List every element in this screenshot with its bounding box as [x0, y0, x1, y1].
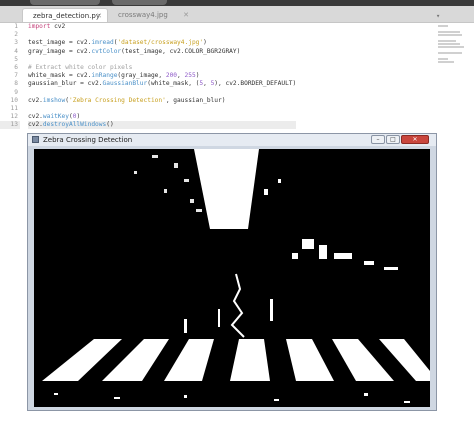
window-titlebar[interactable]: Zebra Crossing Detection – □ ✕: [28, 134, 436, 146]
tab-label: crossway4.jpg: [118, 11, 168, 19]
line-number: 6: [14, 63, 18, 71]
code-area[interactable]: import cv2 test_image = cv2.imread('data…: [28, 23, 297, 130]
code-token: test_image = cv2.: [28, 39, 92, 47]
image-canvas: [34, 149, 430, 407]
code-token: waitKey: [42, 113, 69, 121]
code-line[interactable]: gray_image = cv2.cvtColor(test_image, cv…: [28, 48, 296, 56]
code-line[interactable]: import cv2: [28, 23, 296, 31]
code-token: ,: [203, 80, 211, 88]
image-window[interactable]: Zebra Crossing Detection – □ ✕: [27, 133, 437, 411]
code-token: 'dataset/crossway4.jpg': [117, 39, 204, 47]
code-token: (white_mask, (: [147, 80, 200, 88]
line-number: 13: [0, 121, 20, 130]
tab-bar: zebra_detection.py ✕ crossway4.jpg ✕ ▾: [0, 6, 474, 23]
background-tab[interactable]: [30, 0, 100, 5]
code-editor[interactable]: 1 2 3 4 5 6 7 8 9 10 11 12 13 import cv2 test_image …: [0, 23, 474, 130]
code-line[interactable]: [28, 89, 296, 97]
code-token: destroyAllWindows: [42, 121, 107, 129]
line-number: 7: [14, 72, 18, 80]
window-app-icon: [32, 136, 39, 143]
code-token: ,: [177, 72, 185, 80]
line-number: 2: [14, 31, 18, 39]
line-number: 4: [14, 47, 18, 55]
line-number: 3: [14, 39, 18, 47]
code-token: cv2.: [28, 96, 43, 104]
code-token: (gray_image,: [117, 72, 166, 80]
code-line[interactable]: [28, 31, 296, 39]
line-number: 8: [14, 80, 18, 88]
code-token: gaussian_blur = cv2.: [28, 80, 103, 88]
zebra-crossing-mask-image: [34, 149, 430, 407]
background-tab[interactable]: [112, 0, 167, 5]
code-token: imread: [91, 39, 114, 47]
code-token: # Extract white color pixels: [28, 63, 133, 71]
minimap[interactable]: [438, 25, 466, 65]
code-token: 'Zebra Crossing Detection': [69, 96, 166, 104]
tab-dropdown-icon[interactable]: ▾: [436, 12, 444, 20]
code-line[interactable]: [28, 56, 296, 64]
tab-zebra-detection[interactable]: zebra_detection.py ✕: [22, 8, 108, 22]
close-tab-icon[interactable]: ✕: [96, 9, 102, 23]
code-token: cv2: [50, 23, 66, 30]
code-line[interactable]: cv2.destroyAllWindows(): [28, 121, 297, 130]
code-line[interactable]: [28, 105, 296, 113]
code-token: inRange: [91, 72, 118, 80]
code-token: ): [203, 39, 207, 47]
line-number: 9: [14, 88, 18, 96]
line-number: 10: [10, 96, 18, 104]
code-line[interactable]: cv2.imshow('Zebra Crossing Detection', g…: [28, 97, 296, 105]
code-token: ), cv2.BORDER_DEFAULT): [214, 80, 297, 88]
code-token: imshow: [42, 96, 66, 104]
code-line[interactable]: # Extract white color pixels: [28, 64, 296, 72]
code-token: white_mask = cv2.: [28, 72, 92, 80]
code-line[interactable]: test_image = cv2.imread('dataset/crosswa…: [28, 39, 296, 47]
code-token: GaussianBlur: [102, 80, 148, 88]
tab-label: zebra_detection.py: [33, 12, 100, 20]
code-token: gray_image = cv2.: [28, 47, 92, 55]
line-number: 11: [10, 104, 18, 112]
code-line[interactable]: cv2.waitKey(0): [28, 113, 296, 121]
code-token: ): [76, 113, 81, 121]
code-token: cv2.: [28, 113, 43, 121]
minimize-button[interactable]: –: [371, 135, 385, 144]
line-number: 1: [14, 23, 18, 30]
code-token: (test_image, cv2.COLOR_BGR2GRAY): [121, 47, 241, 55]
code-token: ): [195, 72, 200, 80]
code-token: import: [28, 23, 51, 30]
code-line[interactable]: white_mask = cv2.inRange(gray_image, 200…: [28, 72, 296, 80]
tab-crossway4[interactable]: crossway4.jpg ✕: [108, 8, 194, 22]
code-token: cv2.: [28, 121, 43, 129]
close-button[interactable]: ✕: [401, 135, 429, 144]
maximize-button[interactable]: □: [386, 135, 400, 144]
code-line[interactable]: gaussian_blur = cv2.GaussianBlur(white_m…: [28, 80, 296, 88]
code-token: cvtColor: [91, 47, 122, 55]
line-number: 5: [14, 55, 18, 63]
window-title: Zebra Crossing Detection: [43, 136, 133, 144]
code-token: , gaussian_blur): [165, 96, 226, 104]
close-tab-icon[interactable]: ✕: [183, 8, 189, 22]
line-number-gutter: 1 2 3 4 5 6 7 8 9 10 11 12 13: [0, 23, 20, 130]
code-token: 255: [184, 72, 196, 80]
code-token: 200: [165, 72, 178, 80]
code-token: (): [106, 121, 114, 129]
line-number: 12: [10, 113, 18, 121]
